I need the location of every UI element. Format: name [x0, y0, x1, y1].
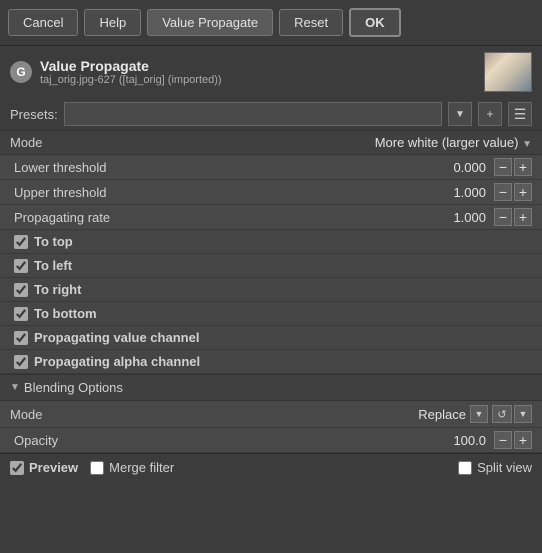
opacity-value: 100.0 [446, 433, 486, 448]
param-row: Lower threshold 0.000 − + [0, 155, 542, 180]
opacity-row: Opacity 100.0 − + [0, 428, 542, 453]
merge-filter-checkbox[interactable] [90, 461, 104, 475]
help-button[interactable]: Help [84, 9, 141, 36]
checkbox-row: Propagating value channel [0, 326, 542, 350]
param-label: Lower threshold [14, 160, 446, 175]
blend-mode-select: Replace ▼ ↺ ▼ [418, 405, 532, 423]
presets-row: Presets: ▼ + ☰ [0, 98, 542, 130]
option-label: To top [34, 234, 73, 249]
preview-label: Preview [29, 460, 78, 475]
reset-button[interactable]: Reset [279, 9, 343, 36]
param-label: Upper threshold [14, 185, 446, 200]
param-increment-button[interactable]: + [514, 158, 532, 176]
presets-label: Presets: [10, 107, 58, 122]
param-decrement-button[interactable]: − [494, 183, 512, 201]
plugin-icon: G [10, 61, 32, 83]
presets-dropdown-button[interactable]: ▼ [448, 102, 472, 126]
presets-select[interactable] [64, 102, 442, 126]
thumbnail-image [485, 53, 531, 91]
mode-value-text: More white (larger value) [375, 135, 519, 150]
value-propagate-button[interactable]: Value Propagate [147, 9, 273, 36]
option-checkbox[interactable] [14, 283, 28, 297]
checkbox-row: To right [0, 278, 542, 302]
blend-mode-value: Replace [418, 407, 466, 422]
preview-checkbox[interactable] [10, 461, 24, 475]
param-row: Upper threshold 1.000 − + [0, 180, 542, 205]
opacity-increment-button[interactable]: + [514, 431, 532, 449]
split-view-check-group: Split view [458, 460, 532, 475]
checkbox-row: To top [0, 230, 542, 254]
preview-check-group: Preview [10, 460, 78, 475]
checkbox-row: To left [0, 254, 542, 278]
param-label: Propagating rate [14, 210, 446, 225]
mode-row: Mode More white (larger value) ▼ [0, 130, 542, 155]
blend-reset-button[interactable]: ↺ [492, 405, 512, 423]
opacity-label: Opacity [14, 433, 446, 448]
blending-options-title: Blending Options [24, 380, 123, 395]
merge-filter-label: Merge filter [109, 460, 174, 475]
blending-options-header[interactable]: ▼ Blending Options [0, 374, 542, 401]
header-title: Value Propagate [40, 58, 476, 74]
header-subtitle: taj_orig.jpg-627 ([taj_orig] (imported)) [40, 74, 476, 86]
param-value: 1.000 [446, 210, 486, 225]
param-increment-button[interactable]: + [514, 183, 532, 201]
blend-mode-label: Mode [10, 407, 418, 422]
icon-letter: G [16, 65, 25, 79]
blend-more-button[interactable]: ▼ [514, 405, 532, 423]
mode-label: Mode [10, 135, 90, 150]
option-checkbox[interactable] [14, 235, 28, 249]
option-checkbox[interactable] [14, 355, 28, 369]
header-text: Value Propagate taj_orig.jpg-627 ([taj_o… [40, 58, 476, 86]
param-row: Propagating rate 1.000 − + [0, 205, 542, 230]
param-decrement-button[interactable]: − [494, 158, 512, 176]
presets-menu-button[interactable]: ☰ [508, 102, 532, 126]
option-checkbox[interactable] [14, 307, 28, 321]
option-label: To bottom [34, 306, 97, 321]
section-collapse-icon: ▼ [10, 382, 20, 393]
checkbox-row: Propagating alpha channel [0, 350, 542, 374]
split-view-checkbox[interactable] [458, 461, 472, 475]
ok-button[interactable]: OK [349, 8, 401, 37]
option-checkbox[interactable] [14, 259, 28, 273]
plugin-header: G Value Propagate taj_orig.jpg-627 ([taj… [0, 46, 542, 98]
cancel-button[interactable]: Cancel [8, 9, 78, 36]
option-label: Propagating value channel [34, 330, 199, 345]
toolbar: Cancel Help Value Propagate Reset OK [0, 0, 542, 46]
checkbox-row: To bottom [0, 302, 542, 326]
param-decrement-button[interactable]: − [494, 208, 512, 226]
option-label: To left [34, 258, 72, 273]
thumbnail [484, 52, 532, 92]
param-rows: Lower threshold 0.000 − + Upper threshol… [0, 155, 542, 230]
mode-dropdown-arrow[interactable]: ▼ [522, 139, 532, 150]
option-checkbox[interactable] [14, 331, 28, 345]
param-increment-button[interactable]: + [514, 208, 532, 226]
blend-mode-dropdown-button[interactable]: ▼ [470, 405, 488, 423]
merge-filter-check-group: Merge filter [90, 460, 174, 475]
option-label: To right [34, 282, 81, 297]
blend-mode-row: Mode Replace ▼ ↺ ▼ [0, 401, 542, 428]
presets-save-button[interactable]: + [478, 102, 502, 126]
option-label: Propagating alpha channel [34, 354, 200, 369]
param-value: 1.000 [446, 185, 486, 200]
opacity-decrement-button[interactable]: − [494, 431, 512, 449]
param-value: 0.000 [446, 160, 486, 175]
checkbox-rows: To top To left To right To bottom Propag… [0, 230, 542, 374]
split-view-label: Split view [477, 460, 532, 475]
bottom-bar: Preview Merge filter Split view [0, 453, 542, 481]
mode-value: More white (larger value) ▼ [90, 135, 532, 150]
